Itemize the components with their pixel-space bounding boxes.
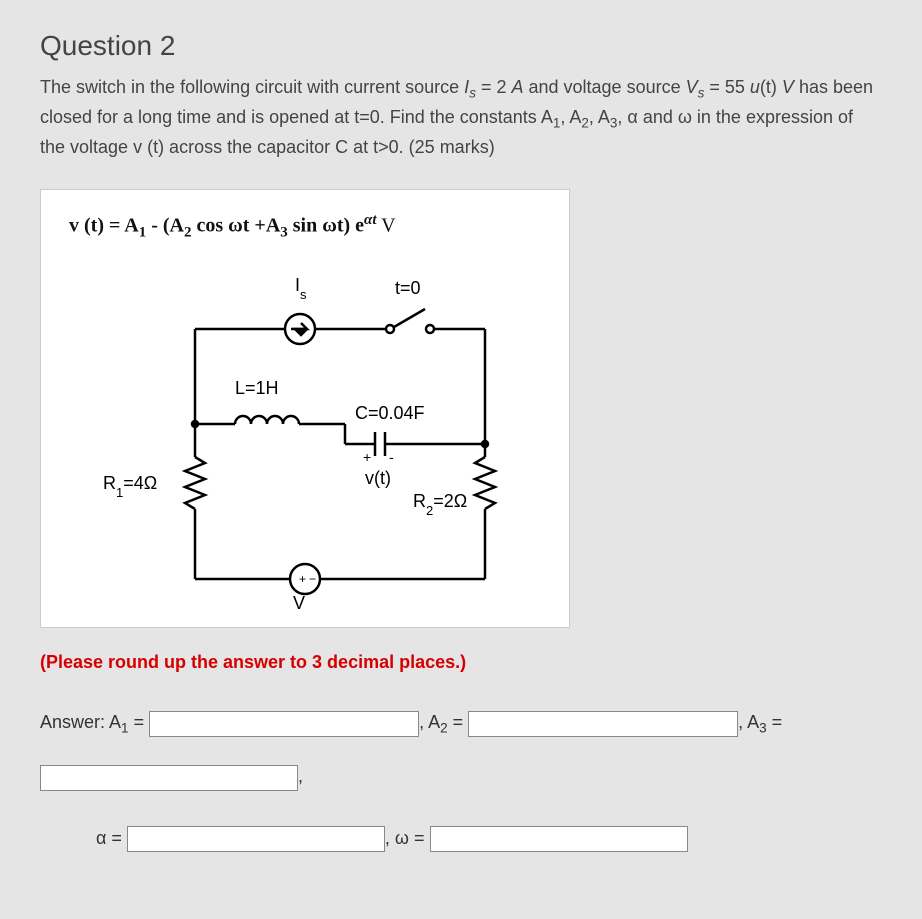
r1-label: R1=4Ω	[103, 473, 157, 500]
is-label: Is	[295, 275, 307, 302]
vs-minus: −	[309, 572, 316, 586]
voltage-equation: v (t) = A1 - (A2 cos ωt +A3 sin ωt) eαt …	[69, 212, 541, 242]
cap-plus: +	[363, 449, 371, 465]
vs-label: Vs	[293, 593, 312, 609]
c-label: C=0.04F	[355, 403, 425, 423]
circuit-diagram: + − + - Is t=0 L=1H C=0.04F v(t) R1=4Ω R…	[85, 259, 525, 609]
var-vs: Vs	[686, 77, 705, 97]
vt-label: v(t)	[365, 468, 391, 488]
a1-input[interactable]	[149, 711, 419, 737]
omega-input[interactable]	[430, 826, 688, 852]
vs-plus: +	[299, 572, 306, 586]
figure-box: v (t) = A1 - (A2 cos ωt +A3 sin ωt) eαt …	[40, 189, 570, 629]
t0-label: t=0	[395, 278, 421, 298]
a2-label: , A2 =	[419, 712, 468, 732]
question-prompt: The switch in the following circuit with…	[40, 74, 882, 161]
var-is: Is	[464, 77, 476, 97]
rounding-instruction: (Please round up the answer to 3 decimal…	[40, 652, 882, 673]
cap-minus: -	[389, 449, 394, 465]
a1-label: Answer: A1 =	[40, 712, 149, 732]
a3-input[interactable]	[40, 765, 298, 791]
alpha-input[interactable]	[127, 826, 385, 852]
a3-label: , A3 =	[738, 712, 782, 732]
a2-input[interactable]	[468, 711, 738, 737]
l-label: L=1H	[235, 378, 279, 398]
omega-label: , ω =	[385, 828, 430, 848]
prompt-text: The switch in the following circuit with…	[40, 77, 464, 97]
answer-area: Answer: A1 = , A2 = , A3 = , α = , ω =	[40, 701, 882, 859]
r2-label: R2=2Ω	[413, 491, 467, 518]
trailing-comma: ,	[298, 766, 303, 786]
alpha-label: α =	[96, 828, 127, 848]
question-title: Question 2	[40, 30, 882, 62]
